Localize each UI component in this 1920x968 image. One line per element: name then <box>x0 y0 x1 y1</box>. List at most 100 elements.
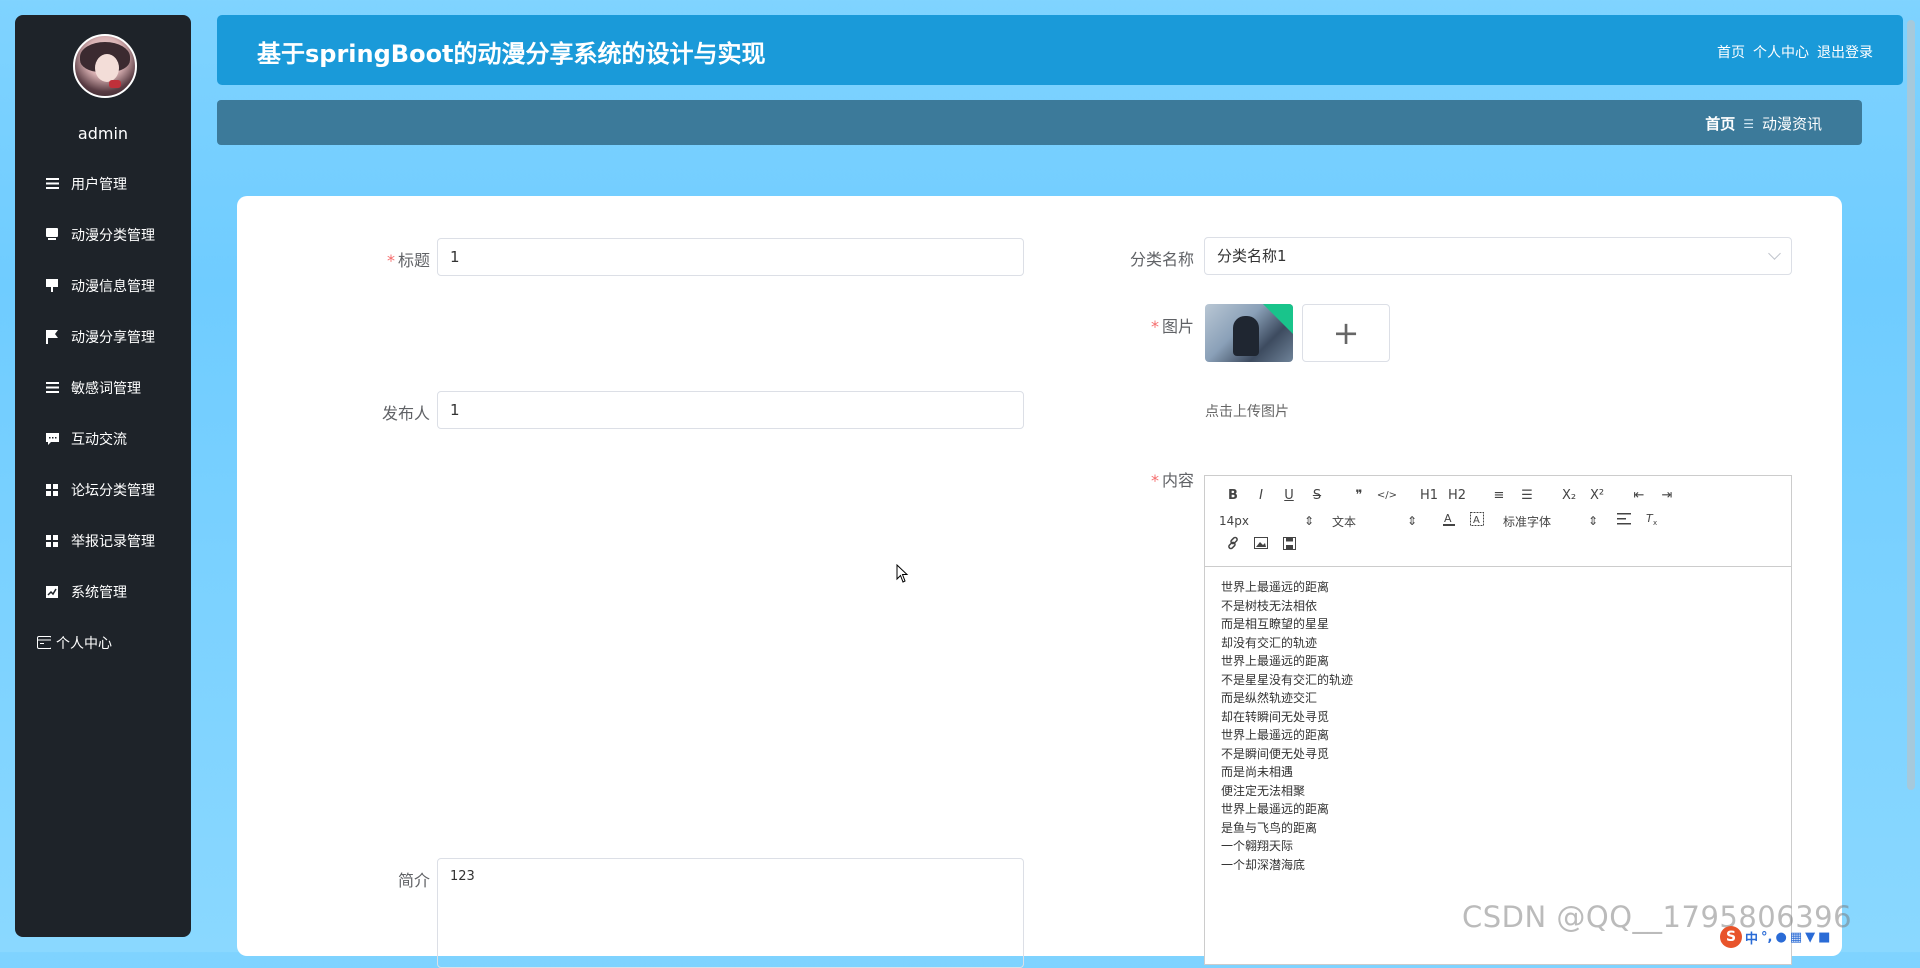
summary-label: 简介 <box>397 871 430 890</box>
sidebar-item-anime-category[interactable]: 动漫分类管理 <box>15 209 191 260</box>
page-scrollbar[interactable] <box>1903 0 1919 952</box>
align-left-icon[interactable] <box>1610 513 1638 529</box>
card-icon <box>37 636 51 650</box>
upload-tip: 点击上传图片 <box>1205 404 1289 420</box>
punctuation-icon[interactable]: °, <box>1761 930 1772 945</box>
video-icon[interactable] <box>1275 536 1303 554</box>
sidebar-item-label: 系统管理 <box>71 584 127 601</box>
breadcrumb-home[interactable]: 首页 <box>1705 113 1735 134</box>
chart-icon <box>45 585 59 599</box>
updown-icon: ⇕ <box>1303 514 1314 528</box>
sidebar-item-label: 举报记录管理 <box>71 533 155 550</box>
font-color-icon[interactable]: A <box>1435 512 1463 530</box>
editor-line: 世界上最遥远的距离 <box>1221 580 1330 594</box>
sidebar-item-report-records[interactable]: 举报记录管理 <box>15 515 191 566</box>
updown-icon: ⇕ <box>1587 514 1598 528</box>
sidebar-item-personal-center[interactable]: 个人中心 <box>15 617 191 668</box>
svg-text:x: x <box>1653 519 1657 526</box>
sidebar-item-label: 个人中心 <box>56 635 112 652</box>
apps-icon[interactable]: ■ <box>1818 930 1830 945</box>
list-icon <box>45 381 59 395</box>
editor-line: 而是相互瞭望的星星 <box>1221 617 1330 631</box>
ordered-list-button[interactable]: ≡ <box>1485 488 1513 503</box>
breadcrumb-separator-icon: ☰ <box>1743 116 1754 131</box>
image-icon[interactable] <box>1247 537 1275 553</box>
title-label: * 标题 <box>386 251 430 270</box>
microphone-icon[interactable]: ● <box>1775 930 1786 945</box>
breadcrumb: 首页 ☰ 动漫资讯 <box>217 100 1862 145</box>
title-input[interactable]: 1 <box>437 238 1024 276</box>
editor-line: 一个翱翔天际 <box>1221 839 1294 853</box>
bullet-list-button[interactable]: ☰ <box>1513 488 1541 503</box>
sidebar-item-label: 论坛分类管理 <box>71 482 155 499</box>
category-select[interactable]: 分类名称1 <box>1204 237 1792 275</box>
editor-line: 一个却深潜海底 <box>1221 857 1306 872</box>
ime-language[interactable]: 中 <box>1745 928 1758 947</box>
chevron-down-icon <box>1768 247 1781 260</box>
uploaded-image-thumbnail[interactable] <box>1205 304 1293 362</box>
header-links: 首页 个人中心 退出登录 <box>1717 42 1873 62</box>
header-link-logout[interactable]: 退出登录 <box>1817 42 1873 62</box>
blockquote-button[interactable]: ❞ <box>1345 488 1373 503</box>
keyboard-icon[interactable]: ▦ <box>1790 930 1802 945</box>
image-label: * 图片 <box>1150 317 1194 336</box>
background-color-icon[interactable]: A <box>1463 512 1491 530</box>
sidebar-item-user-management[interactable]: 用户管理 <box>15 158 191 209</box>
shirt-icon[interactable]: ▼ <box>1805 930 1815 945</box>
underline-button[interactable]: U <box>1275 488 1303 503</box>
scrollbar-thumb[interactable] <box>1907 20 1915 790</box>
subscript-button[interactable]: X₂ <box>1555 488 1583 503</box>
editor-line: 却没有交汇的轨迹 <box>1221 635 1318 650</box>
indent-button[interactable]: ⇥ <box>1653 488 1681 503</box>
editor-content[interactable]: 世界上最遥远的距离 不是树枝无法相依 而是相互瞭望的星星 却没有交汇的轨迹 世界上最遥远… <box>1221 578 1353 874</box>
avatar[interactable] <box>73 34 137 98</box>
strike-button[interactable]: S <box>1303 488 1331 503</box>
sidebar-item-interaction[interactable]: 互动交流 <box>15 413 191 464</box>
list-icon <box>45 177 59 191</box>
breadcrumb-current: 动漫资讯 <box>1761 115 1822 133</box>
category-selected-value: 分类名称1 <box>1217 247 1287 265</box>
rich-text-editor[interactable]: B I U S ❞ </> H1 H2 ≡ ☰ X₂ X² ⇤ ⇥ 14px ⇕ … <box>1204 475 1792 965</box>
editor-line: 不是瞬间便无处寻觅 <box>1221 746 1330 761</box>
code-block-button[interactable]: </> <box>1373 490 1401 501</box>
flag-icon <box>45 329 59 344</box>
sidebar-item-label: 动漫分类管理 <box>71 227 155 244</box>
font-family-select[interactable]: 标准字体 ⇕ <box>1503 513 1598 530</box>
heading2-button[interactable]: H2 <box>1443 488 1471 503</box>
username: admin <box>77 124 129 143</box>
chat-icon <box>45 432 59 446</box>
sidebar-item-system[interactable]: 系统管理 <box>15 566 191 617</box>
editor-line: 世界上最遥远的距离 <box>1221 728 1330 742</box>
publisher-input[interactable]: 1 <box>437 391 1024 429</box>
sidebar-item-forum-category[interactable]: 论坛分类管理 <box>15 464 191 515</box>
sidebar-item-anime-info[interactable]: 动漫信息管理 <box>15 260 191 311</box>
editor-line: 却在转瞬间无处寻觅 <box>1221 709 1330 724</box>
mouse-cursor-icon <box>896 564 909 583</box>
editor-line: 世界上最遥远的距离 <box>1221 802 1330 816</box>
upload-add-button[interactable]: + <box>1302 304 1390 362</box>
sogou-logo-icon[interactable]: S <box>1720 926 1742 948</box>
outdent-button[interactable]: ⇤ <box>1625 488 1653 503</box>
heading1-button[interactable]: H1 <box>1415 488 1443 503</box>
bold-button[interactable]: B <box>1219 488 1247 503</box>
grid-icon <box>45 534 59 548</box>
sidebar-item-label: 用户管理 <box>71 176 127 193</box>
monitor-icon <box>45 228 59 242</box>
sidebar-item-anime-share[interactable]: 动漫分享管理 <box>15 311 191 362</box>
category-label: 分类名称 <box>1129 250 1194 269</box>
editor-line: 而是纵然轨迹交汇 <box>1221 691 1318 705</box>
sidebar-item-sensitive-words[interactable]: 敏感词管理 <box>15 362 191 413</box>
link-icon[interactable] <box>1219 536 1247 554</box>
billboard-icon <box>45 279 59 293</box>
italic-button[interactable]: I <box>1247 488 1275 503</box>
font-size-select[interactable]: 14px ⇕ <box>1219 514 1314 528</box>
superscript-button[interactable]: X² <box>1583 488 1611 503</box>
header-link-personal-center[interactable]: 个人中心 <box>1753 42 1809 62</box>
editor-toolbar: B I U S ❞ </> H1 H2 ≡ ☰ X₂ X² ⇤ ⇥ 14px ⇕ … <box>1205 476 1791 567</box>
clear-format-icon[interactable]: Tx <box>1638 512 1666 530</box>
text-type-select[interactable]: 文本 ⇕ <box>1332 513 1417 530</box>
header-link-home[interactable]: 首页 <box>1717 42 1745 62</box>
editor-line: 而是尚未相遇 <box>1221 765 1294 779</box>
editor-line: 是鱼与飞鸟的距离 <box>1221 820 1318 835</box>
sidebar: admin 用户管理 动漫分类管理 动漫信息管理 动漫分享管理 敏感词管理 互动… <box>15 15 191 937</box>
